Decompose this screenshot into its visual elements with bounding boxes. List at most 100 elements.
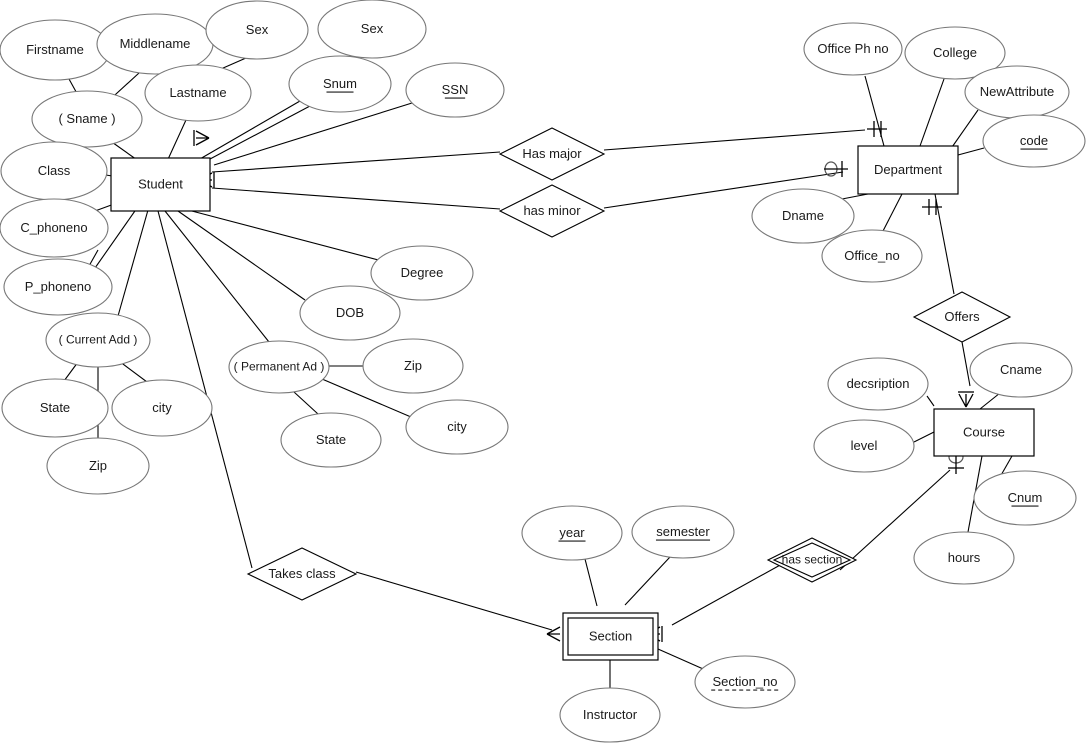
attribute-node[interactable]: ( Sname ) [31, 90, 143, 148]
edge-line [584, 558, 598, 607]
relationship-node[interactable]: Takes class [246, 547, 358, 601]
attribute-node[interactable]: ( Current Add ) [45, 312, 151, 368]
attribute-node[interactable]: Dname [751, 188, 855, 244]
er-diagram-canvas: Firstname Middlename Sex Sex Lastname Snum SSN… [0, 0, 1086, 746]
edge-line [293, 391, 319, 415]
cardinality-connector [824, 161, 848, 177]
attribute-label: Dname [782, 208, 824, 223]
relationship-node[interactable]: Offers [912, 291, 1012, 343]
attribute-node[interactable]: Snum [288, 55, 392, 113]
relationship-node[interactable]: has section [766, 537, 858, 583]
edge-line [603, 129, 866, 151]
attribute-node[interactable]: Section_no [694, 655, 796, 709]
crows-foot-icon [195, 130, 210, 146]
attribute-node[interactable]: NewAttribute [964, 65, 1070, 119]
relationship-node[interactable]: Has major [498, 127, 606, 181]
attribute-label: Office Ph no [817, 41, 888, 56]
attribute-label: Class [38, 163, 71, 178]
attribute-label: College [933, 45, 977, 60]
attribute-node[interactable]: Degree [370, 245, 474, 301]
attribute-node[interactable]: hours [913, 531, 1015, 585]
edge-line [979, 392, 1001, 410]
relationship-node[interactable]: has minor [498, 184, 606, 238]
edge-line [961, 341, 971, 387]
relationship-label: Has major [522, 146, 582, 161]
attribute-label: ( Permanent Ad ) [234, 360, 325, 374]
attribute-node[interactable]: Cname [969, 342, 1073, 398]
edge-line [671, 563, 783, 626]
cardinality-connector [958, 391, 974, 408]
attribute-node[interactable]: city [111, 379, 213, 437]
attribute-label: city [152, 400, 172, 415]
attribute-node[interactable]: level [813, 419, 915, 473]
attribute-label: Firstname [26, 42, 84, 57]
edge-line [882, 193, 903, 232]
attribute-node[interactable]: city [405, 399, 509, 455]
edge-line [926, 395, 935, 407]
attribute-label: ( Sname ) [58, 111, 115, 126]
attribute-layer: Firstname Middlename Sex Sex Lastname Snum SSN… [0, 0, 1086, 743]
attribute-label: Cname [1000, 362, 1042, 377]
attribute-node[interactable]: Zip [46, 437, 150, 495]
attribute-node[interactable]: Office Ph no [803, 22, 903, 76]
attribute-label: city [447, 419, 467, 434]
attribute-node[interactable]: Sex [205, 0, 309, 60]
attribute-node[interactable]: Office_no [821, 229, 923, 283]
attribute-label: hours [948, 550, 981, 565]
attribute-label: ( Current Add ) [59, 333, 138, 347]
attribute-label: Cnum [1008, 490, 1043, 505]
attribute-node[interactable]: DOB [299, 285, 401, 341]
edge-line [164, 210, 270, 343]
entity-label: Course [963, 424, 1005, 439]
attribute-node[interactable]: Class [0, 141, 108, 201]
attribute-node[interactable]: semester [631, 505, 735, 559]
entity-node[interactable]: Student [110, 157, 211, 212]
entity-node[interactable]: Department [857, 145, 959, 195]
er-diagram-svg: Firstname Middlename Sex Sex Lastname Snum SSN… [0, 0, 1086, 743]
attribute-node[interactable]: SSN [405, 62, 505, 118]
attribute-node[interactable]: Firstname [0, 19, 111, 81]
attribute-label: Section_no [712, 674, 777, 689]
entity-node[interactable]: Section [562, 612, 659, 661]
attribute-node[interactable]: code [982, 114, 1086, 168]
attribute-node[interactable]: Zip [362, 338, 464, 394]
attribute-node[interactable]: Lastname [144, 64, 252, 122]
attribute-label: Office_no [844, 248, 899, 263]
attribute-label: C_phoneno [20, 220, 87, 235]
edge-line [211, 187, 501, 210]
attribute-label: Lastname [169, 85, 226, 100]
cardinality-connector [867, 121, 887, 137]
attribute-label: Sex [361, 21, 384, 36]
attribute-node[interactable]: Cnum [973, 470, 1077, 526]
edge-line [934, 193, 955, 295]
edge-line [913, 431, 935, 443]
attribute-node[interactable]: C_phoneno [0, 198, 109, 258]
attribute-label: Snum [323, 76, 357, 91]
attribute-label: Degree [401, 265, 444, 280]
attribute-node[interactable]: Instructor [559, 687, 661, 743]
attribute-node[interactable]: ( Permanent Ad ) [228, 340, 330, 394]
entity-label: Student [138, 176, 183, 191]
attribute-node[interactable]: P_phoneno [3, 258, 113, 316]
cardinality-connector [193, 130, 210, 146]
attribute-node[interactable]: decsription [827, 357, 929, 411]
attribute-label: Middlename [120, 36, 191, 51]
edge-line [117, 209, 149, 317]
attribute-label: code [1020, 133, 1048, 148]
attribute-label: Zip [404, 358, 422, 373]
attribute-node[interactable]: State [280, 412, 382, 468]
edge-line [949, 109, 979, 151]
attribute-label: Instructor [583, 707, 638, 722]
crows-foot-icon [958, 393, 974, 408]
attribute-node[interactable]: year [521, 505, 623, 561]
attribute-node[interactable]: State [1, 378, 109, 438]
relationship-label: has section [782, 553, 843, 567]
edge-line [187, 209, 383, 262]
attribute-label: P_phoneno [25, 279, 92, 294]
edge-line [211, 151, 501, 173]
relationship-label: has minor [523, 203, 581, 218]
entity-node[interactable]: Course [933, 408, 1035, 457]
relationship-label: Offers [944, 309, 980, 324]
attribute-label: level [851, 438, 878, 453]
attribute-node[interactable]: Sex [317, 0, 427, 59]
